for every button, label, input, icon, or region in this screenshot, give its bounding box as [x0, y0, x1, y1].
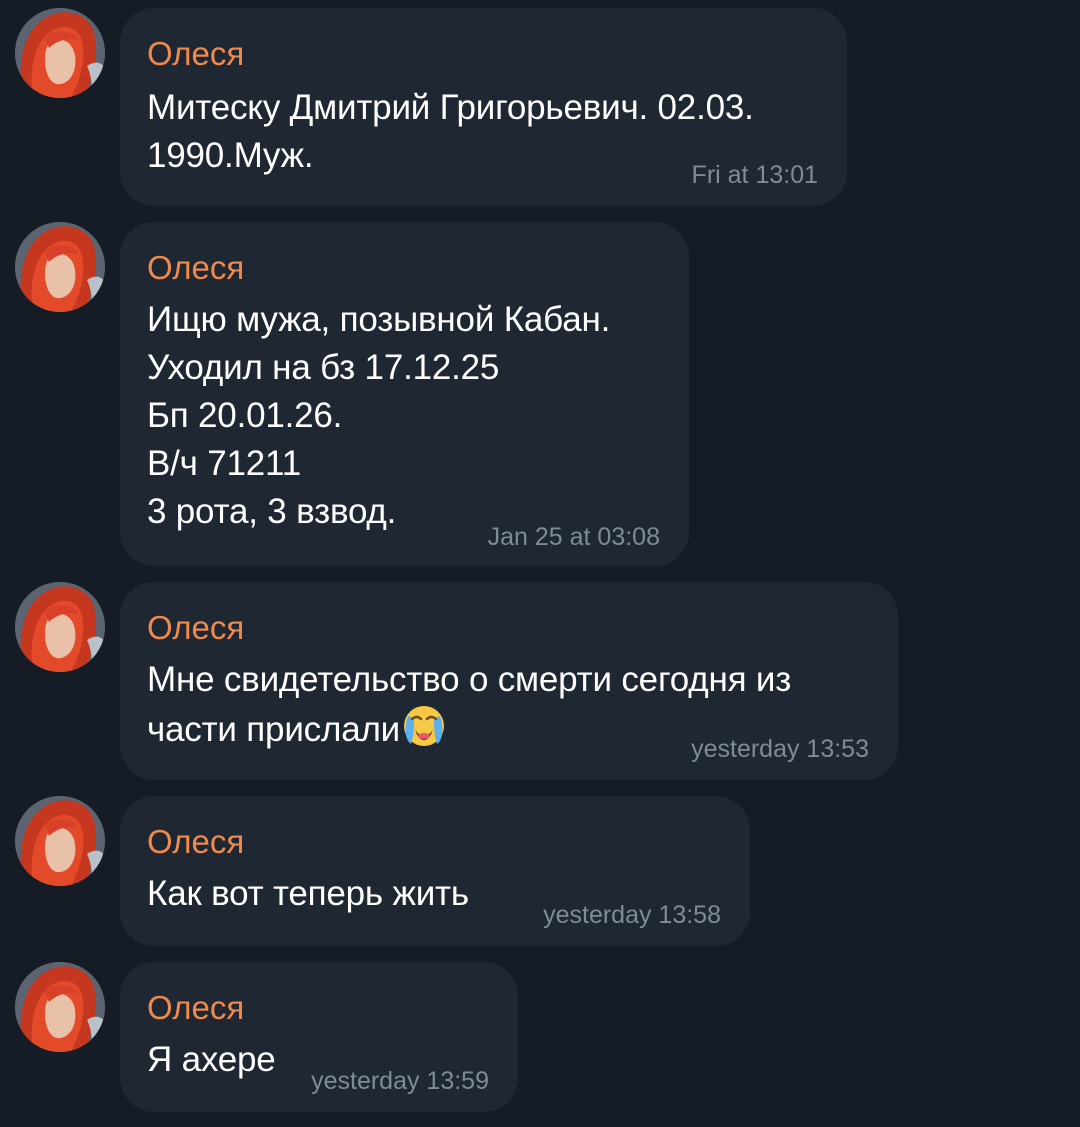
message-text-line: части прислали [147, 710, 401, 749]
avatar-photo-icon [15, 8, 105, 98]
message-timestamp: yesterday 13:58 [543, 901, 721, 929]
sender-avatar[interactable] [15, 8, 105, 98]
sender-avatar[interactable] [15, 962, 105, 1052]
message-bubble[interactable]: Олеся Митеску Дмитрий Григорьевич. 02.03… [120, 8, 847, 206]
message-text: Как вот теперь жить [147, 874, 469, 913]
sender-avatar[interactable] [15, 582, 105, 672]
message-bubble[interactable]: Олеся Как вот теперь жить yesterday 13:5… [120, 796, 750, 946]
sender-name[interactable]: Олеся [147, 249, 244, 287]
sender-name[interactable]: Олеся [147, 35, 244, 73]
sender-avatar[interactable] [15, 222, 105, 312]
message-bubble[interactable]: Олеся Я ахере yesterday 13:59 [120, 962, 518, 1112]
avatar-photo-icon [15, 582, 105, 672]
message-text: Ищю мужа, позывной Кабан. Уходил на бз 1… [147, 300, 611, 531]
sender-avatar[interactable] [15, 796, 105, 886]
message-bubble[interactable]: Олеся Ищю мужа, позывной Кабан. Уходил н… [120, 222, 689, 566]
loudly-crying-face-icon [402, 704, 446, 748]
avatar-photo-icon [15, 796, 105, 886]
sender-name[interactable]: Олеся [147, 989, 244, 1027]
avatar-photo-icon [15, 222, 105, 312]
message-timestamp: Jan 25 at 03:08 [487, 523, 660, 551]
message-text-line: Мне свидетельство о смерти сегодня из [147, 660, 792, 699]
sender-name[interactable]: Олеся [147, 823, 244, 861]
message-text: Я ахере [147, 1040, 276, 1079]
message-bubble[interactable]: Олеся Мне свидетельство о смерти сегодня… [120, 582, 898, 780]
message-timestamp: yesterday 13:59 [311, 1067, 489, 1095]
message-text: Митеску Дмитрий Григорьевич. 02.03. 1990… [147, 88, 754, 175]
message-timestamp: Fri at 13:01 [691, 161, 818, 189]
avatar-photo-icon [15, 962, 105, 1052]
sender-name[interactable]: Олеся [147, 609, 244, 647]
message-timestamp: yesterday 13:53 [691, 735, 869, 763]
